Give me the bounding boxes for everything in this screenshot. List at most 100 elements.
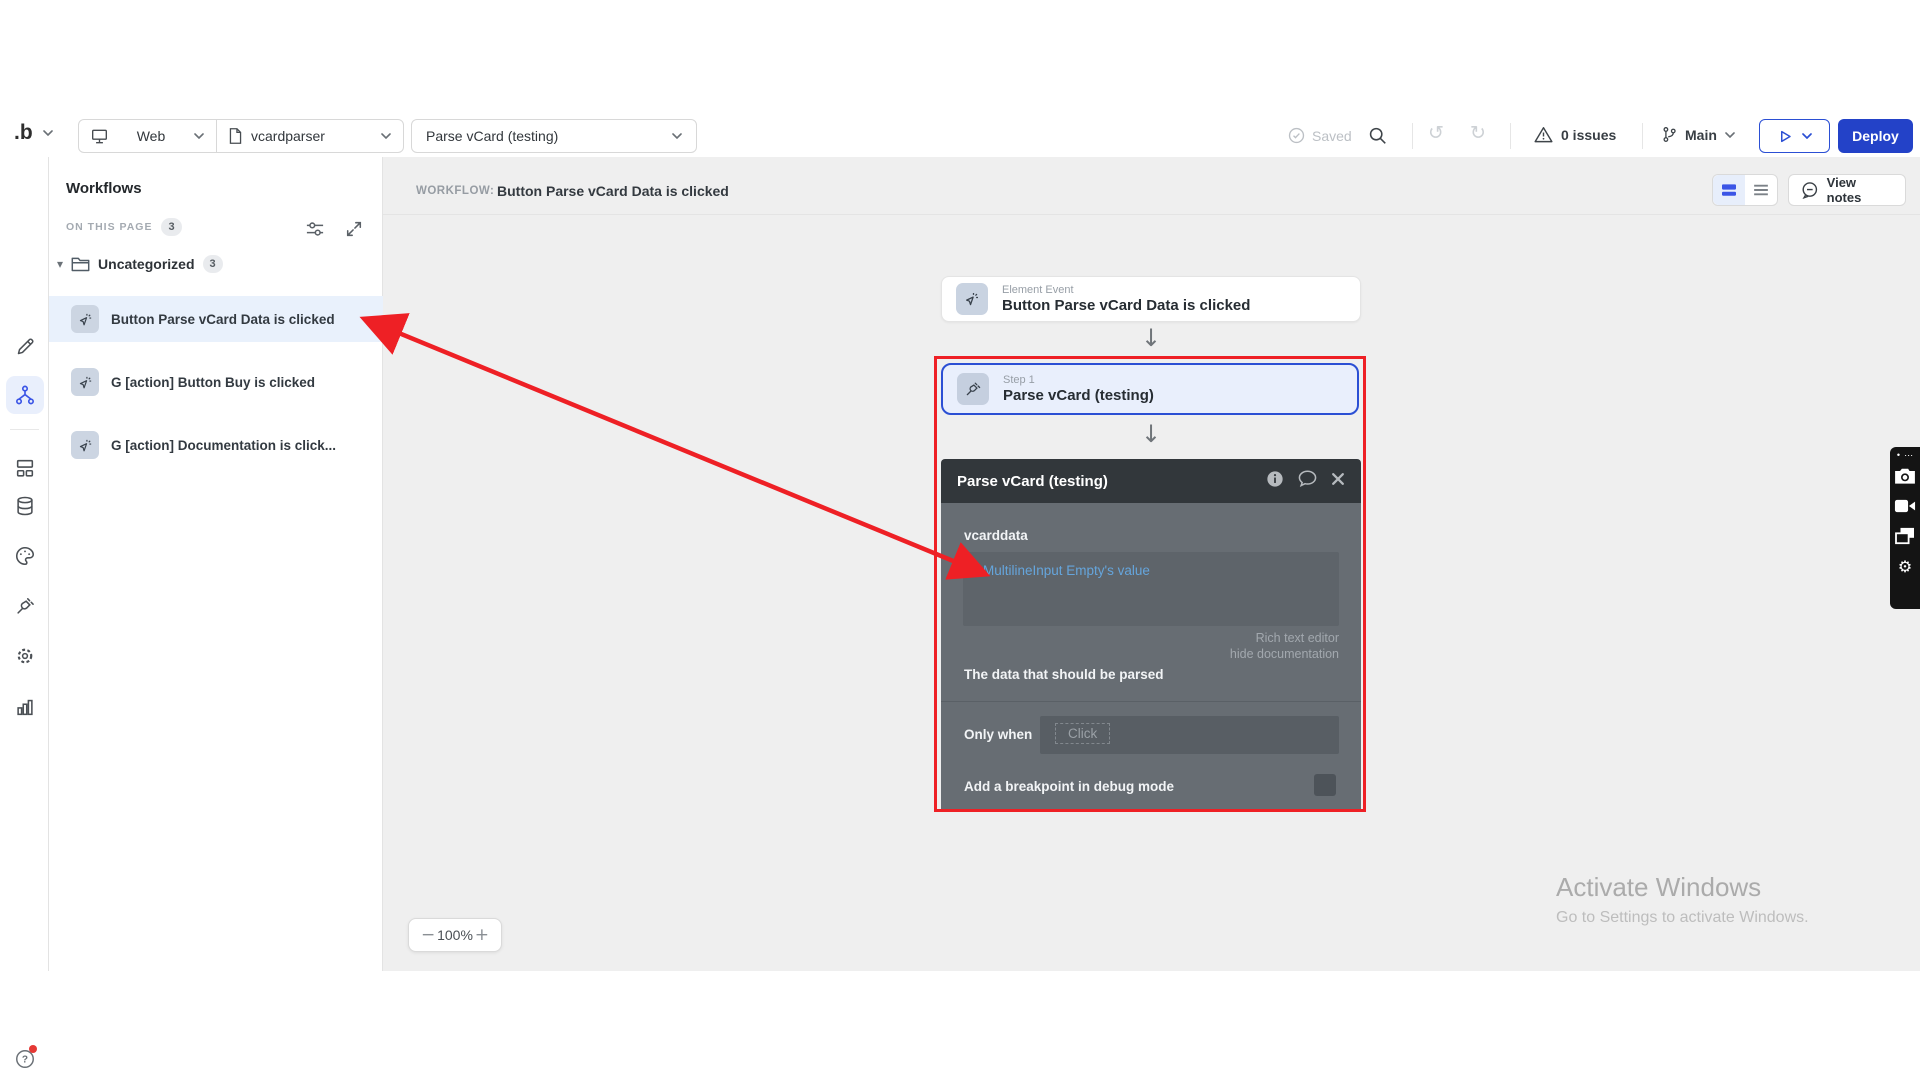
multi-capture-button[interactable]	[1890, 521, 1920, 551]
only-when-label: Only when	[964, 727, 1032, 742]
info-button[interactable]	[1266, 470, 1284, 493]
card-view-toggle[interactable]	[1713, 175, 1745, 205]
close-icon	[1331, 472, 1345, 486]
breakpoint-checkbox[interactable]	[1314, 774, 1336, 796]
sliders-icon	[305, 220, 325, 238]
notification-dot	[29, 1045, 37, 1053]
event-node[interactable]: Element Event Button Parse vCard Data is…	[941, 276, 1361, 322]
dynamic-expression[interactable]: MultilineInput Empty's value	[983, 563, 1150, 578]
expand-button[interactable]	[345, 220, 363, 243]
workflow-breadcrumb-label: WORKFLOW:	[416, 185, 494, 197]
palette-icon	[14, 545, 36, 567]
section-label: ON THIS PAGE	[66, 221, 152, 233]
record-video-button[interactable]	[1890, 491, 1920, 521]
components-tab[interactable]	[13, 456, 37, 480]
action-property-panel: Parse vCard (testing) vcarddata Multilin…	[941, 459, 1361, 810]
screenshot-button[interactable]	[1890, 461, 1920, 491]
bubble-logo-menu[interactable]: .b	[14, 121, 53, 145]
connector-arrow-icon: ↓	[1137, 420, 1165, 448]
workflow-tab[interactable]	[6, 376, 44, 414]
logs-tab[interactable]	[13, 695, 37, 719]
redo-button[interactable]: ↻	[1470, 122, 1486, 144]
platform-dropdown[interactable]: Web	[79, 120, 216, 152]
only-when-placeholder: Click	[1055, 723, 1110, 744]
file-icon	[229, 128, 242, 144]
divider	[383, 214, 1920, 215]
workflow-list-item[interactable]: G [action] Documentation is click...	[49, 422, 383, 468]
expand-icon	[345, 220, 363, 238]
chevron-down-icon	[194, 133, 204, 139]
issues-button[interactable]: 0 issues	[1534, 126, 1616, 143]
ellipsis-icon: ⋯	[1904, 449, 1913, 461]
chevron-down-icon	[43, 130, 53, 136]
connector-arrow-icon: ↓	[1137, 324, 1165, 352]
vcarddata-input[interactable]: MultilineInput Empty's value	[963, 552, 1339, 626]
zoom-in-button[interactable]: +	[475, 925, 489, 945]
search-icon	[1368, 126, 1387, 145]
pencil-icon	[15, 336, 36, 357]
database-icon	[14, 495, 36, 517]
search-button[interactable]	[1368, 126, 1387, 150]
hide-documentation-link[interactable]: hide documentation	[1230, 647, 1339, 661]
widget-menu-button[interactable]: • ⋯	[1897, 449, 1913, 461]
chevron-down-icon	[1725, 132, 1735, 138]
svg-text:?: ?	[22, 1055, 28, 1066]
plug-icon	[14, 595, 36, 617]
left-rail: ? O	[0, 157, 49, 971]
page-dropdown[interactable]: Parse vCard (testing)	[411, 119, 697, 153]
note-bubble-icon	[1801, 181, 1819, 199]
camera-icon	[1894, 467, 1916, 485]
styles-tab[interactable]	[13, 544, 37, 568]
workflow-item-label: G [action] Documentation is click...	[111, 438, 336, 453]
step-node-title: Parse vCard (testing)	[1003, 387, 1154, 405]
card-view-icon	[1721, 183, 1737, 197]
video-camera-icon	[1894, 499, 1916, 513]
property-panel-body: vcarddata MultilineInput Empty's value R…	[941, 503, 1361, 810]
folder-count-badge: 3	[203, 255, 223, 273]
workflow-list-item[interactable]: G [action] Button Buy is clicked	[49, 359, 383, 405]
windows-watermark: Activate Windows Go to Settings to activ…	[1556, 872, 1809, 927]
branch-dropdown[interactable]: Main	[1661, 126, 1735, 143]
view-notes-label: View notes	[1827, 175, 1893, 205]
close-button[interactable]	[1331, 472, 1345, 491]
settings-tab[interactable]	[13, 644, 37, 668]
divider	[10, 429, 39, 430]
app-name-label: vcardparser	[251, 128, 372, 144]
workflow-breadcrumb-name: Button Parse vCard Data is clicked	[497, 183, 729, 199]
bubble-logo: .b	[14, 121, 33, 145]
only-when-input[interactable]: Click	[1040, 716, 1339, 754]
rich-text-editor-link[interactable]: Rich text editor	[1256, 631, 1339, 645]
app-window: .b Web vcardparser Parse vCard (testing)…	[0, 0, 1920, 1080]
property-panel-title: Parse vCard (testing)	[957, 473, 1266, 490]
zoom-out-button[interactable]: −	[421, 925, 435, 945]
preview-button[interactable]	[1759, 119, 1830, 153]
undo-button[interactable]: ↺	[1428, 122, 1444, 144]
folder-row[interactable]: ▾ Uncategorized 3	[57, 255, 223, 273]
info-icon	[1266, 470, 1284, 488]
watermark-subtitle: Go to Settings to activate Windows.	[1556, 909, 1809, 927]
filter-button[interactable]	[305, 220, 325, 243]
top-toolbar: .b Web vcardparser Parse vCard (testing)…	[0, 115, 1920, 158]
design-tab[interactable]	[13, 334, 37, 358]
field-label: vcarddata	[964, 528, 1028, 543]
property-panel-header[interactable]: Parse vCard (testing)	[941, 459, 1361, 503]
warning-triangle-icon	[1534, 126, 1553, 143]
event-node-type: Element Event	[1002, 283, 1250, 297]
save-status: Saved	[1288, 127, 1352, 144]
data-tab[interactable]	[13, 494, 37, 518]
view-notes-button[interactable]: View notes	[1788, 174, 1906, 206]
deploy-button[interactable]: Deploy	[1838, 119, 1913, 153]
app-dropdown[interactable]: vcardparser	[217, 120, 403, 152]
breakpoint-label: Add a breakpoint in debug mode	[964, 779, 1174, 794]
gear-icon: ⚙	[1898, 557, 1912, 576]
step-node-label: Step 1	[1003, 373, 1154, 387]
workflow-list-item[interactable]: Button Parse vCard Data is clicked	[49, 296, 383, 342]
help-button[interactable]: ?	[13, 1047, 37, 1071]
comment-button[interactable]	[1298, 470, 1317, 492]
list-view-toggle[interactable]	[1745, 175, 1777, 205]
plugins-tab[interactable]	[13, 594, 37, 618]
folder-name: Uncategorized	[98, 256, 194, 272]
widget-settings-button[interactable]: ⚙	[1890, 551, 1920, 581]
step-node[interactable]: Step 1 Parse vCard (testing)	[941, 363, 1359, 415]
branch-label: Main	[1685, 127, 1717, 143]
